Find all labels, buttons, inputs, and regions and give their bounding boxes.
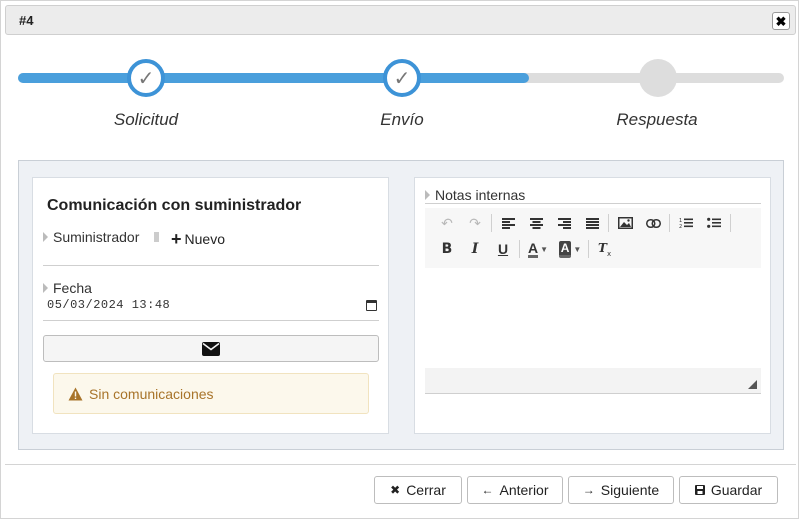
redo-icon: ↷ <box>469 214 481 231</box>
align-justify-icon <box>585 217 599 229</box>
title-bar: #4 ✖ <box>5 5 796 35</box>
bullet-list-icon <box>707 217 721 228</box>
undo-button[interactable]: ↶ <box>435 212 459 234</box>
arrow-right-icon: → <box>582 483 595 497</box>
no-communications-alert: Sin comunicaciones <box>53 373 369 414</box>
new-supplier-label: Nuevo <box>184 231 225 247</box>
previous-button[interactable]: ← Anterior <box>467 476 563 504</box>
svg-text:2: 2 <box>679 224 682 229</box>
toolbar-row: ↶ ↷ 1 2 <box>435 211 735 235</box>
date-value: 05/03/2024 13:48 <box>47 298 171 312</box>
caret-down-icon: ▼ <box>573 244 582 254</box>
clear-formatting-icon: Tx <box>598 242 611 256</box>
svg-text:x: x <box>607 250 611 256</box>
background-color-button[interactable]: A ▼ <box>556 238 584 260</box>
step-envio-indicator[interactable]: ✓ <box>383 59 421 97</box>
divider <box>43 265 379 266</box>
image-icon <box>617 217 633 229</box>
caret-down-icon: ▼ <box>540 244 549 254</box>
alert-text: Sin comunicaciones <box>89 385 214 402</box>
insert-link-button[interactable] <box>641 212 665 234</box>
toolbar-row: B I U A ▼ A ▼ Tx <box>435 237 621 261</box>
supplier-selector[interactable] <box>154 232 159 242</box>
align-right-button[interactable] <box>552 212 576 234</box>
step-label-respuesta: Respuesta <box>616 110 698 129</box>
check-icon: ✓ <box>393 67 411 90</box>
close-dialog-button[interactable]: ✖ <box>772 12 790 30</box>
footer-divider <box>5 464 796 465</box>
toolbar-separator <box>588 240 589 258</box>
numbered-list-button[interactable]: 12 <box>674 212 698 234</box>
envelope-icon <box>202 341 220 356</box>
underline-icon: U <box>497 241 509 257</box>
text-color-button[interactable]: A ▼ <box>524 238 552 260</box>
supplier-label: Suministrador <box>43 229 139 245</box>
toolbar-separator <box>669 214 670 232</box>
toolbar-separator <box>519 240 520 258</box>
italic-icon: I <box>471 241 479 257</box>
editor-toolbar: ↶ ↷ 1 2 B I U A ▼ A ▼ T x <box>425 208 761 268</box>
insert-image-button[interactable] <box>613 212 637 234</box>
redo-button[interactable]: ↷ <box>463 212 487 234</box>
align-right-icon <box>557 217 571 229</box>
new-supplier-button[interactable]: + Nuevo <box>171 228 225 249</box>
numbered-list-icon: 12 <box>679 218 693 229</box>
step-label-envio: Envío <box>380 110 424 129</box>
date-label: Fecha <box>43 280 92 296</box>
save-icon <box>694 485 705 495</box>
bullet-list-button[interactable] <box>702 212 726 234</box>
next-button-label: Siguiente <box>600 482 660 498</box>
calendar-icon[interactable] <box>366 300 377 311</box>
bold-button[interactable]: B <box>435 238 459 260</box>
notes-label: Notas internas <box>425 187 525 203</box>
text-color-icon: A <box>527 239 539 258</box>
toolbar-separator <box>491 214 492 232</box>
link-icon <box>645 218 661 228</box>
bold-icon: B <box>441 241 453 257</box>
align-justify-button[interactable] <box>580 212 604 234</box>
step-respuesta-indicator[interactable] <box>639 59 677 97</box>
panel-title: Comunicación con suministrador <box>47 197 302 214</box>
toolbar-separator <box>730 214 731 232</box>
previous-button-label: Anterior <box>499 482 549 498</box>
align-center-icon <box>529 217 543 229</box>
close-icon: ✖ <box>390 483 401 497</box>
send-message-button[interactable] <box>43 335 379 362</box>
align-left-icon <box>501 217 515 229</box>
plus-icon: + <box>171 229 182 249</box>
undo-icon: ↶ <box>441 214 453 231</box>
step-label-solicitud: Solicitud <box>113 110 179 129</box>
align-left-button[interactable] <box>496 212 520 234</box>
warning-icon <box>68 387 83 400</box>
dialog: #4 ✖ ✓ ✓ Solicitud Envío Respuesta Comun… <box>0 0 799 519</box>
check-icon: ✓ <box>137 67 155 90</box>
stepper-progress-fill <box>18 73 529 83</box>
save-button[interactable]: Guardar <box>679 476 778 504</box>
resize-handle-icon[interactable] <box>748 380 757 389</box>
save-button-label: Guardar <box>710 482 763 498</box>
editor-status-bar <box>425 368 761 394</box>
divider <box>425 203 761 204</box>
close-icon: ✖ <box>775 13 787 29</box>
date-input[interactable]: 05/03/2024 13:48 <box>47 298 377 318</box>
close-button[interactable]: ✖ Cerrar <box>374 476 462 504</box>
arrow-left-icon: ← <box>481 483 494 497</box>
progress-stepper: ✓ ✓ Solicitud Envío Respuesta <box>18 57 784 137</box>
next-button[interactable]: → Siguiente <box>568 476 674 504</box>
notes-editor[interactable] <box>425 268 761 368</box>
communication-panel: Comunicación con suministrador Suministr… <box>32 177 389 434</box>
divider <box>43 320 379 321</box>
toolbar-separator <box>608 214 609 232</box>
step-solicitud-indicator[interactable]: ✓ <box>127 59 165 97</box>
background-color-icon: A <box>558 240 572 258</box>
internal-notes-panel: Notas internas ↶ ↷ 1 2 B I U A ▼ A ▼ T x <box>414 177 771 434</box>
italic-button[interactable]: I <box>463 238 487 260</box>
clear-formatting-button[interactable]: Tx <box>593 238 617 260</box>
underline-button[interactable]: U <box>491 238 515 260</box>
close-button-label: Cerrar <box>406 482 446 498</box>
dialog-title: #4 <box>19 13 34 28</box>
content-area: Comunicación con suministrador Suministr… <box>18 160 784 450</box>
align-center-button[interactable] <box>524 212 548 234</box>
